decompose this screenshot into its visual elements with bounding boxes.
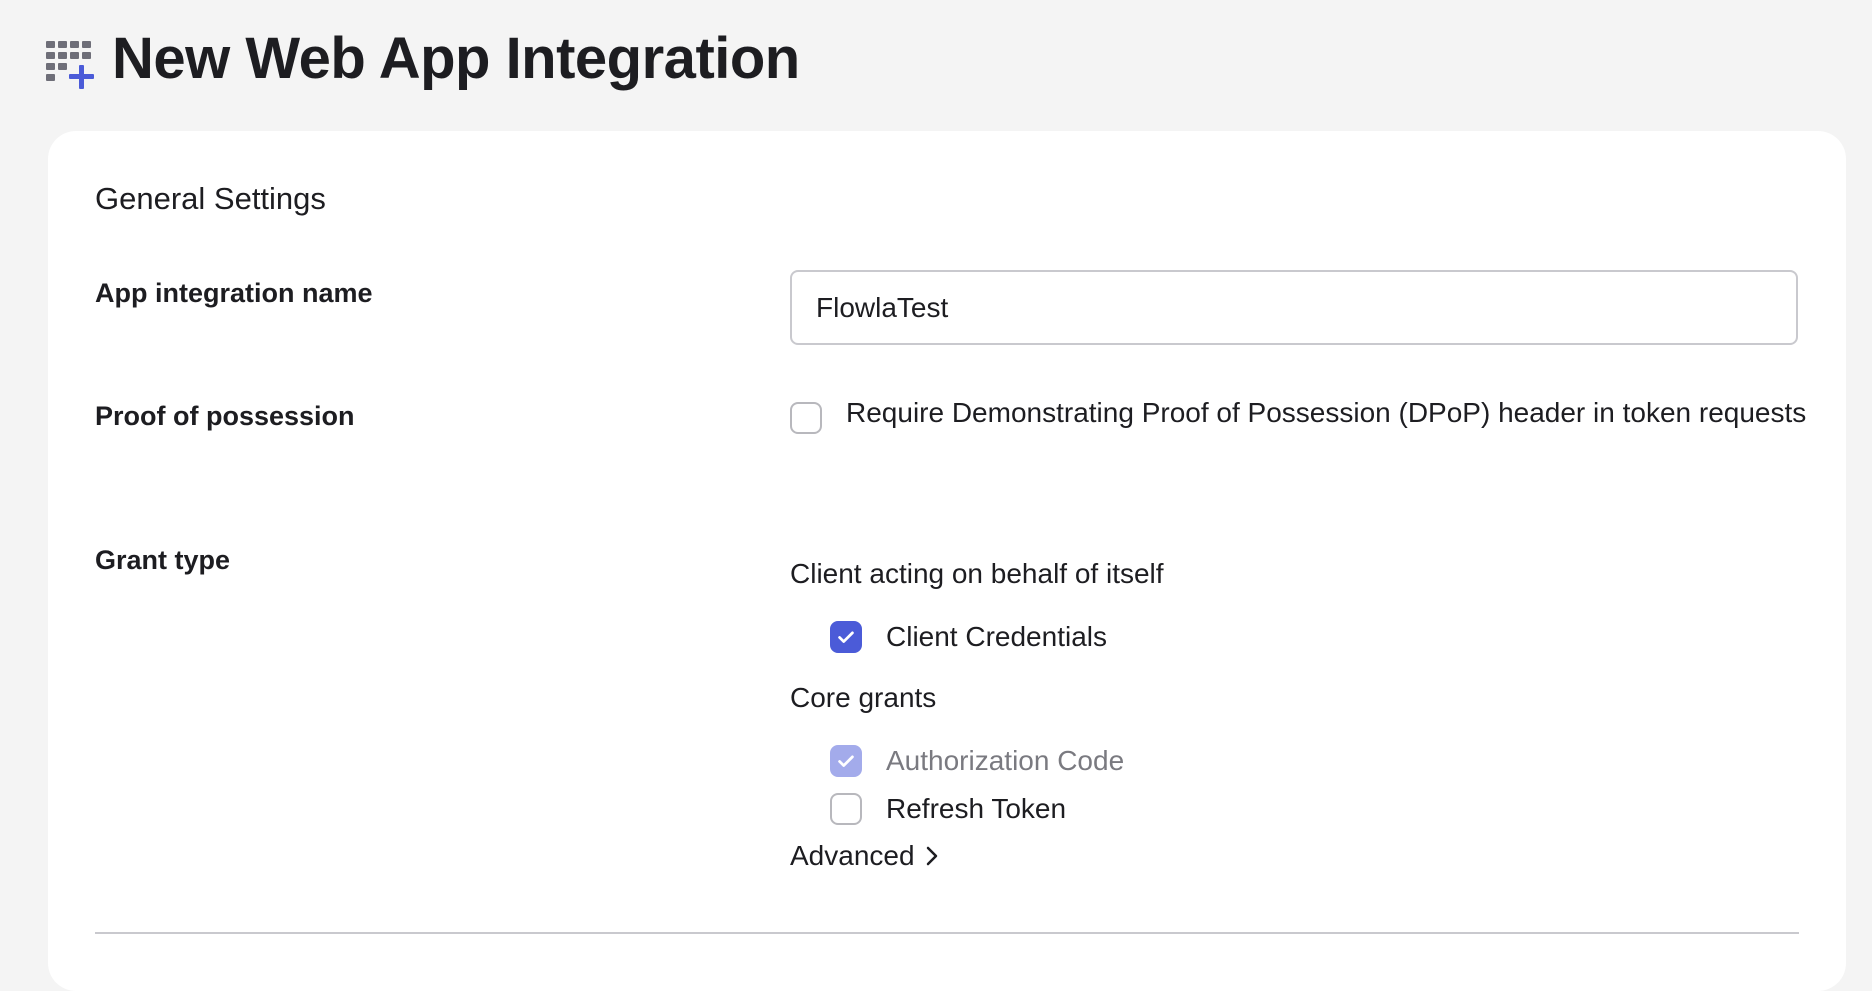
advanced-toggle[interactable]: Advanced (790, 840, 941, 872)
section-title: General Settings (95, 181, 326, 216)
check-icon (838, 631, 854, 643)
grant-group-core-title: Core grants (790, 682, 937, 713)
authorization-code-label: Authorization Code (886, 745, 1125, 776)
section-divider (95, 932, 1799, 934)
page-title: New Web App Integration (112, 26, 800, 91)
client-credentials-label: Client Credentials (886, 621, 1107, 652)
app-name-label: App integration name (95, 278, 373, 308)
refresh-token-label: Refresh Token (886, 793, 1067, 824)
advanced-label: Advanced (790, 840, 915, 871)
page-header: New Web App Integration (46, 26, 800, 91)
dpop-option-text: Require Demonstrating Proof of Possessio… (846, 397, 1807, 428)
general-settings-card: General Settings App integration name Pr… (48, 131, 1846, 991)
add-app-grid-icon (46, 41, 94, 89)
authorization-code-checkbox (830, 745, 862, 777)
app-name-input[interactable] (790, 270, 1798, 345)
grant-group-client-title: Client acting on behalf of itself (790, 558, 1164, 589)
proof-of-possession-label: Proof of possession (95, 401, 355, 431)
chevron-right-icon (926, 846, 937, 866)
refresh-token-checkbox[interactable] (830, 793, 862, 825)
grant-type-label: Grant type (95, 545, 231, 575)
check-icon (838, 755, 854, 767)
client-credentials-checkbox[interactable] (830, 621, 862, 653)
dpop-checkbox[interactable] (790, 402, 822, 434)
